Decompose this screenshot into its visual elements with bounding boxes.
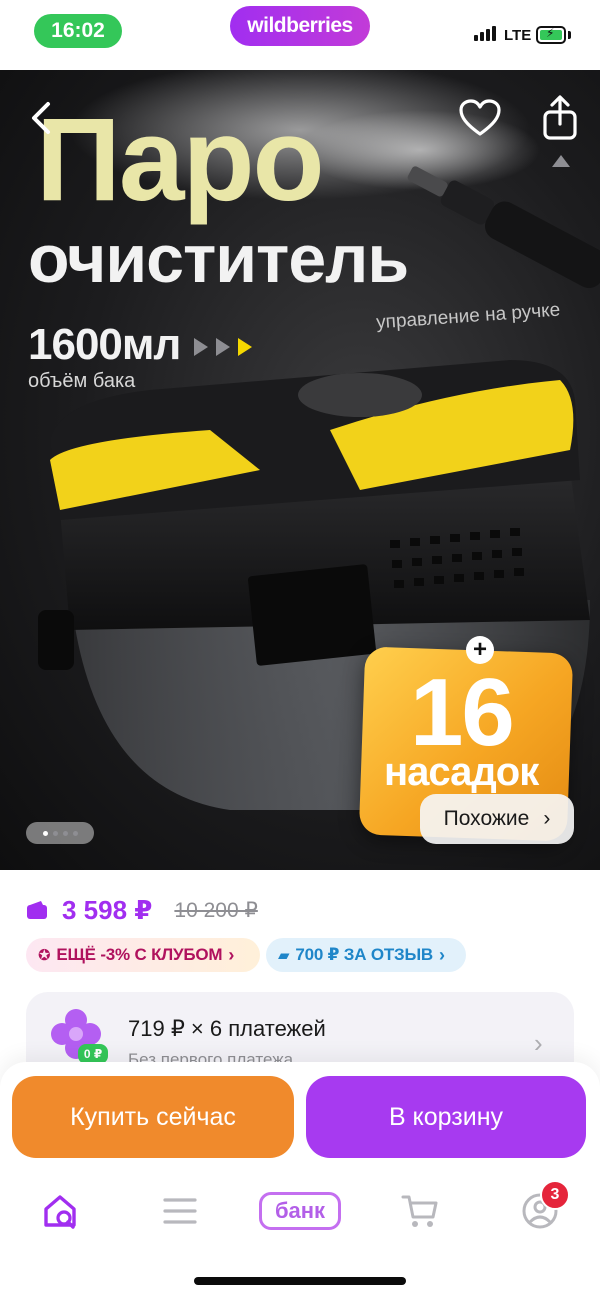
tab-home[interactable] xyxy=(30,1186,90,1236)
chevron-right-icon: › xyxy=(543,807,551,830)
chevron-right-icon: › xyxy=(228,944,235,965)
back-chevron-icon[interactable] xyxy=(24,98,64,138)
hero-title-line1: Паро xyxy=(36,94,325,226)
old-price: 10 200 ₽ xyxy=(174,898,258,922)
product-gallery[interactable]: Паро очиститель 1600мл объём бака управл… xyxy=(0,70,600,870)
wallet-icon: ▰ xyxy=(278,947,290,964)
network-type: LTE xyxy=(504,27,532,44)
chevron-right-icon: › xyxy=(439,944,445,965)
brand-logo: wildberries xyxy=(230,6,370,46)
battery-icon xyxy=(536,26,566,44)
add-to-cart-button[interactable]: В корзину xyxy=(306,1076,586,1158)
club-star-icon: ✪ xyxy=(38,947,51,964)
home-indicator[interactable] xyxy=(194,1277,406,1285)
review-bonus-label: 700 ₽ ЗА ОТЗЫВ xyxy=(295,945,434,964)
bottom-action-panel: Купить сейчас В корзину банк xyxy=(0,1062,600,1298)
club-discount-label: ЕЩЁ -3% С КЛУБОМ xyxy=(56,945,223,964)
cart-icon xyxy=(401,1195,438,1227)
heart-icon[interactable] xyxy=(458,98,502,138)
scroll-up-icon[interactable] xyxy=(551,154,571,168)
battery-tip xyxy=(568,31,571,39)
club-discount-chip[interactable]: ✪ ЕЩЁ -3% С КЛУБОМ › xyxy=(26,938,260,972)
share-icon[interactable] xyxy=(540,94,580,142)
pagination-dot xyxy=(52,830,58,836)
installment-zero-badge: 0 ₽ xyxy=(78,1044,108,1064)
tab-bank[interactable]: банк xyxy=(258,1186,342,1236)
pagination-dot xyxy=(62,830,68,836)
catalog-menu-icon xyxy=(163,1198,197,1224)
bank-label: банк xyxy=(259,1192,341,1230)
buy-now-button[interactable]: Купить сейчас xyxy=(12,1076,294,1158)
installment-title: 719 ₽ × 6 платежей xyxy=(128,1016,326,1041)
nozzles-badge-text: насадок xyxy=(384,750,539,794)
gallery-pagination[interactable] xyxy=(26,822,94,844)
home-search-icon xyxy=(44,1195,76,1229)
current-price: 3 598 ₽ xyxy=(62,894,153,925)
pagination-dot xyxy=(72,830,78,836)
cellular-signal-icon xyxy=(474,26,496,41)
profile-notification-badge: 3 xyxy=(540,1180,570,1210)
hero-title-line2: очиститель xyxy=(28,221,409,297)
pagination-dot-active xyxy=(42,830,48,836)
similar-label: Похожие xyxy=(443,807,530,830)
tab-cart[interactable] xyxy=(390,1186,450,1236)
similar-button[interactable]: Похожие › xyxy=(420,794,574,844)
tab-catalog[interactable] xyxy=(150,1186,210,1236)
status-time: 16:02 xyxy=(34,14,122,48)
review-bonus-chip[interactable]: ▰ 700 ₽ ЗА ОТЗЫВ › xyxy=(266,938,466,972)
status-bar: 16:02 wildberries LTE xyxy=(0,0,600,70)
wallet-icon xyxy=(27,901,47,919)
price-row: 3 598 ₽ 10 200 ₽ xyxy=(26,892,258,928)
chevron-right-icon: › xyxy=(534,1028,543,1058)
